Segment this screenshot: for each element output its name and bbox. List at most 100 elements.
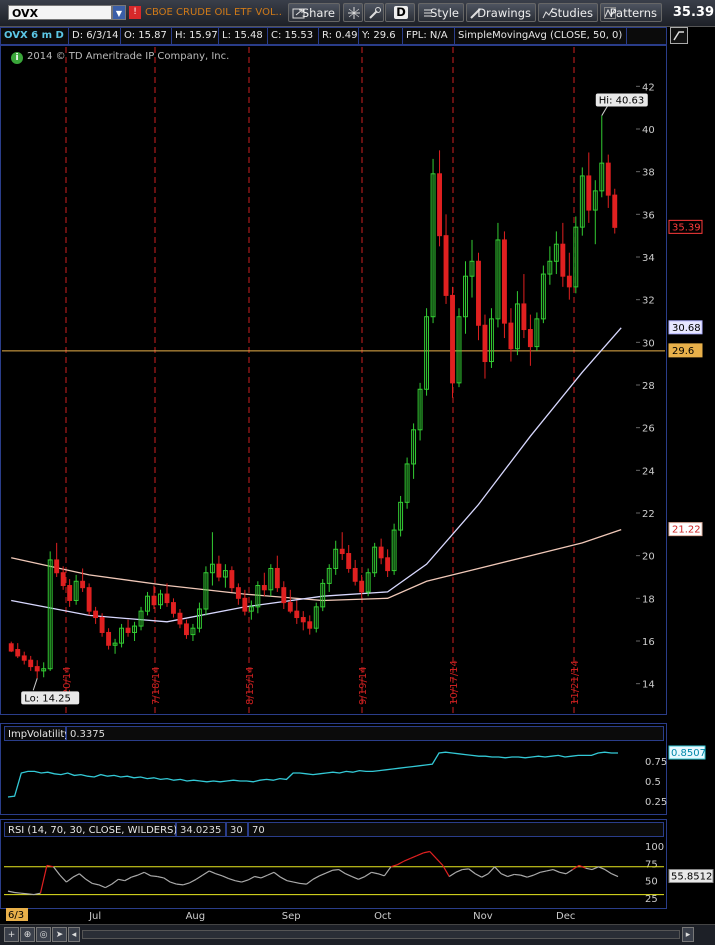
rsi-segment (208, 870, 216, 875)
expiry-date-label: 10/17/14 (449, 660, 460, 705)
rsi-segment (604, 869, 612, 875)
rsi-segment (533, 871, 541, 876)
sma50-line (11, 327, 622, 623)
expiry-date-label: 7/18/14 (151, 666, 162, 705)
tools-button[interactable] (364, 3, 384, 22)
candle-body (21, 655, 27, 661)
chart-title[interactable]: OVX 6 m D (1, 28, 69, 44)
impvol-chart[interactable]: 0.25 0.5 0.75 0.8507 (0, 723, 715, 815)
rsi-segment (546, 868, 554, 872)
studies-label: Studies (550, 6, 593, 20)
candle-body (34, 666, 40, 672)
last-price: 35.39 (672, 5, 714, 20)
rsi-segment (195, 874, 204, 880)
studies-button[interactable]: Studies (538, 3, 598, 22)
candle-body (8, 643, 14, 652)
info-icon: i (11, 52, 23, 64)
rsi-segment (293, 881, 301, 885)
cursor-icon[interactable]: ➤ (52, 927, 67, 942)
horizontal-scrollbar[interactable] (82, 930, 680, 939)
rsi-chart[interactable]: 25 50 75 100 55.8512 (0, 819, 715, 909)
candle-body (586, 175, 592, 211)
candle-body (612, 194, 618, 228)
crosshair-icon[interactable]: ⊕ (20, 927, 35, 942)
candle-body (86, 587, 92, 612)
rsi-segment (371, 871, 379, 875)
rsi-segment (403, 857, 411, 862)
rsi-segment (170, 881, 177, 885)
rsi-segment (163, 877, 171, 883)
rsi-segment (319, 872, 327, 877)
candle-body (294, 610, 300, 619)
candle-body (359, 580, 365, 593)
scroll-left-button[interactable]: ◂ (68, 927, 80, 942)
candle-body (164, 593, 170, 604)
rsi-segment (137, 871, 145, 876)
rsi-segment (474, 873, 483, 878)
candle-body (184, 623, 189, 636)
candle-body (450, 294, 455, 384)
price-axis-tick: 14 (642, 680, 655, 691)
style-button[interactable]: Style (418, 3, 464, 22)
rsi-segment (520, 874, 528, 878)
top-toolbar: OVX ▼ ! CBOE CRUDE OIL ETF VOL... Share … (0, 0, 715, 27)
rsi-segment (215, 873, 223, 877)
time-axis-label: Aug (186, 911, 206, 922)
price-axis-tick: 24 (642, 466, 655, 477)
header-study[interactable]: SimpleMovingAvg (CLOSE, 50, 0) (455, 28, 627, 44)
price-axis-tick: 16 (642, 637, 655, 648)
time-axis-label: Nov (473, 911, 493, 922)
patterns-button[interactable]: Patterns (600, 3, 662, 22)
rsi-segment (27, 893, 35, 896)
candle-body (235, 587, 241, 599)
candle-body (171, 602, 176, 614)
price-axis-tick: 22 (642, 509, 655, 520)
header-low: L: 15.48 (219, 28, 268, 44)
candle-body (151, 595, 157, 606)
symbol-input[interactable]: OVX (8, 5, 112, 20)
sma200-line (11, 528, 622, 602)
drawings-button[interactable]: Drawings (466, 3, 536, 22)
candle-body (67, 585, 73, 601)
scroll-right-button[interactable]: ▸ (682, 927, 694, 942)
lo-callout-pointer (32, 678, 38, 691)
lo-callout-text: Lo: 14.25 (24, 693, 71, 704)
header-range: R: 0.49 (319, 28, 359, 44)
candle-body (287, 602, 293, 612)
share-button[interactable]: Share (288, 3, 340, 22)
expiry-date-label: 9/19/14 (358, 666, 369, 705)
candle-body (106, 631, 112, 646)
price-chart[interactable]: 6/20/14 7/18/14 8/15/14 9/19/14 10/17/14 11/2… (0, 45, 715, 715)
pan-button[interactable] (343, 3, 363, 22)
alert-icon[interactable]: ! (129, 6, 141, 19)
rsi-segment (526, 874, 534, 878)
chart-settings-icon[interactable] (670, 27, 688, 44)
candle-body (125, 627, 131, 633)
rsi-segment (39, 865, 48, 894)
pan-icon (348, 7, 360, 19)
rsi-segment (448, 871, 457, 878)
copyright-notice: i 2014 © TD Ameritrade IP Company, Inc. (11, 51, 229, 64)
rsi-segment (267, 871, 275, 876)
start-date-label: 6/3 (8, 910, 24, 921)
zoom-in-icon[interactable]: + (4, 927, 19, 942)
candle-body (242, 597, 248, 612)
impvol-line (7, 751, 618, 798)
aggregation-button[interactable]: D (385, 3, 415, 22)
rsi-current-text: 55.8512 (671, 872, 712, 883)
candle-body (216, 563, 222, 578)
header-y: Y: 29.6 (359, 28, 403, 44)
rsi-segment (260, 874, 268, 879)
candle-body (560, 243, 566, 277)
rsi-segment (338, 869, 346, 875)
symbol-dropdown-button[interactable]: ▼ (112, 5, 126, 20)
hi-callout-text: Hi: 40.63 (599, 96, 644, 107)
candle-body (60, 572, 66, 587)
candle-body (93, 610, 99, 619)
price-axis-tick: 42 (642, 82, 655, 93)
rsi-segment (565, 869, 573, 875)
impvol-axis-tick: 0.25 (645, 797, 667, 808)
rsi-segment (52, 866, 61, 876)
magnifier-icon[interactable]: ◎ (36, 927, 51, 942)
time-axis[interactable]: 6/3 Jul Aug Sep Oct Nov Dec (0, 907, 715, 924)
